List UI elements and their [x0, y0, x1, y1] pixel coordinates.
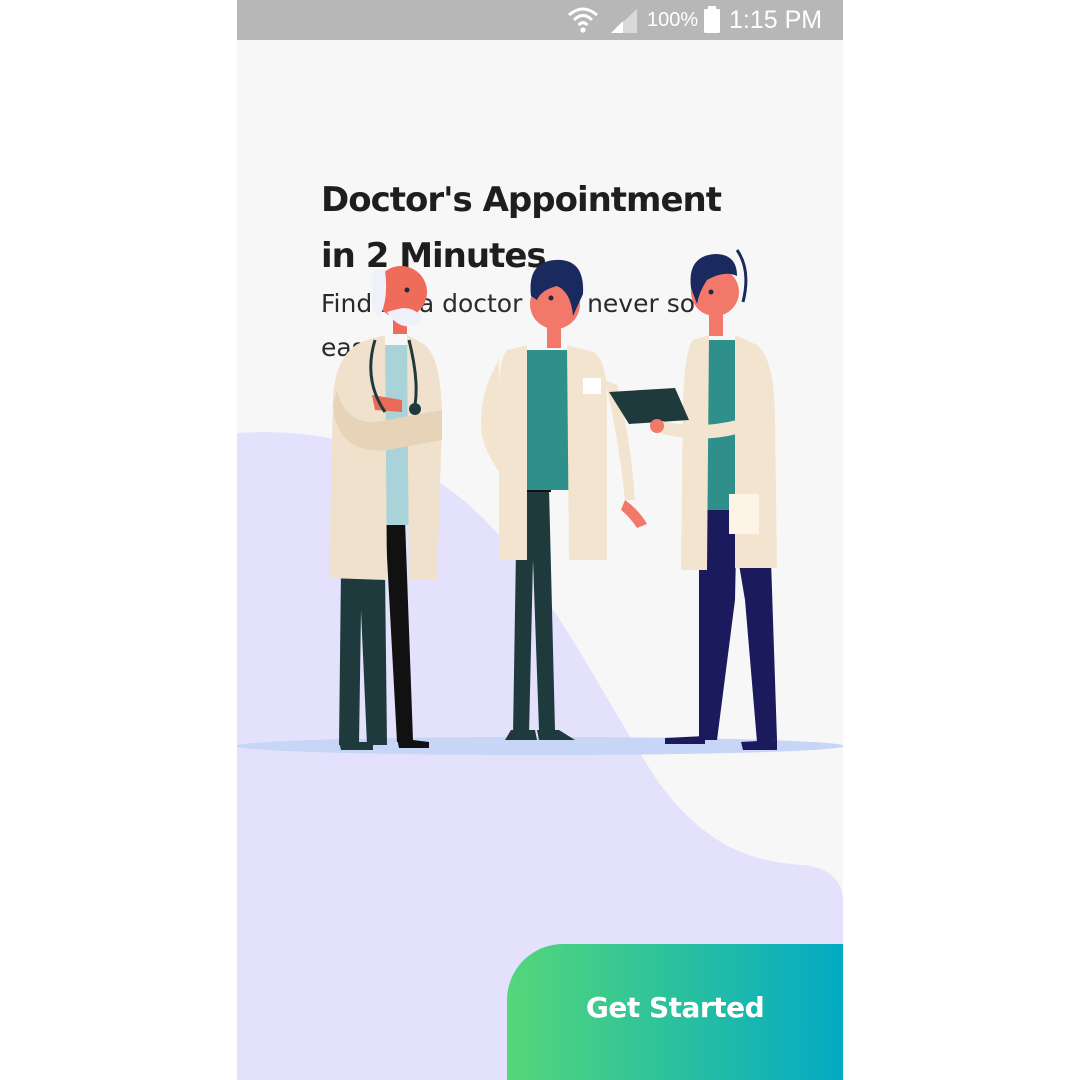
get-started-button[interactable]: Get Started — [507, 944, 843, 1080]
phone-screen: 100% 1:15 PM Doctor's Appointment in 2 M… — [237, 0, 843, 1080]
doctor-left-figure — [329, 266, 442, 750]
doctor-middle-figure — [481, 259, 647, 740]
get-started-label: Get Started — [585, 990, 765, 1024]
doctors-illustration — [237, 249, 843, 755]
